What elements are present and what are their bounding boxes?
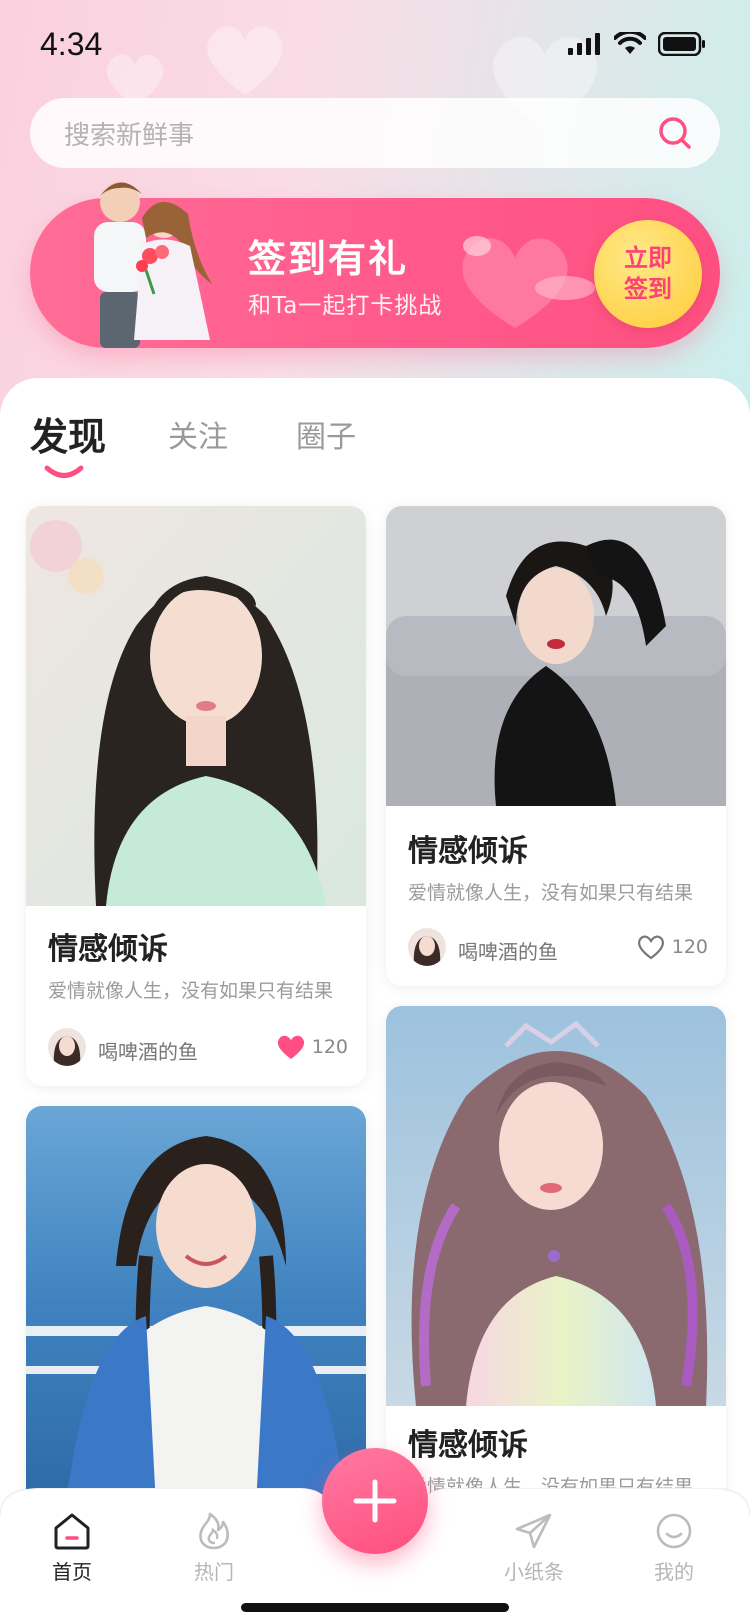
post-image [26, 1106, 366, 1506]
plus-icon [353, 1479, 397, 1523]
heart-balloon-icon [462, 236, 595, 328]
checkin-button-line1: 立即 [624, 244, 672, 272]
post-card[interactable]: 情感倾诉 爱情就像人生，没有如果只有结果 [386, 1006, 726, 1506]
search-bar[interactable]: 搜索新鲜事 [30, 98, 720, 168]
flame-icon [199, 1512, 229, 1550]
battery-icon [658, 32, 705, 56]
nav-home-label: 首页 [52, 1560, 92, 1584]
post-title: 情感倾诉 [408, 834, 528, 869]
heart-filled-icon [277, 1035, 304, 1059]
checkin-button[interactable]: 立即 签到 [594, 220, 702, 328]
avatar[interactable] [48, 1028, 86, 1066]
tab-discover[interactable]: 发现 [30, 406, 106, 461]
like-button[interactable]: 120 [636, 934, 708, 960]
heart-outline-icon [637, 935, 664, 960]
paper-plane-icon [515, 1513, 552, 1549]
search-placeholder: 搜索新鲜事 [64, 120, 195, 151]
nav-mine[interactable]: 我的 [624, 1512, 724, 1585]
smiley-profile-icon [656, 1513, 692, 1549]
banner-subtitle: 和Ta一起打卡挑战 [248, 293, 443, 319]
post-card[interactable]: 情感倾诉 爱情就像人生，没有如果只有结果 喝啤酒的鱼 120 [26, 506, 366, 1086]
nav-messages[interactable]: 小纸条 [484, 1512, 584, 1585]
search-icon[interactable] [658, 116, 692, 150]
cellular-signal-icon [568, 33, 600, 55]
like-count: 120 [671, 936, 708, 958]
status-bar: 4:34 [0, 0, 750, 88]
tab-circles[interactable]: 圈子 [296, 412, 356, 456]
tab-following[interactable]: 关注 [168, 412, 228, 456]
add-post-button[interactable] [322, 1448, 428, 1554]
post-title: 情感倾诉 [48, 932, 168, 967]
nav-hot[interactable]: 热门 [164, 1512, 264, 1585]
checkin-banner[interactable]: 签到有礼 和Ta一起打卡挑战 立即 签到 [30, 182, 720, 348]
post-image [386, 1006, 726, 1406]
nav-mine-label: 我的 [654, 1560, 694, 1584]
nav-hot-label: 热门 [194, 1560, 234, 1584]
home-icon [54, 1513, 90, 1550]
banner-title: 签到有礼 [248, 237, 409, 281]
post-card[interactable] [26, 1106, 366, 1506]
post-title: 情感倾诉 [408, 1428, 528, 1463]
checkin-button-line2: 签到 [624, 275, 672, 303]
avatar[interactable] [408, 928, 446, 966]
tab-active-indicator [44, 465, 84, 478]
feed-tabs: 发现 关注 圈子 [0, 378, 750, 488]
post-card[interactable]: 情感倾诉 爱情就像人生，没有如果只有结果 喝啤酒的鱼 120 [386, 506, 726, 986]
nav-messages-label: 小纸条 [504, 1560, 564, 1584]
post-image [386, 506, 726, 806]
wifi-icon [614, 32, 646, 54]
nav-home[interactable]: 首页 [22, 1512, 122, 1585]
status-icons [568, 32, 706, 56]
status-time: 4:34 [40, 25, 103, 62]
couple-illustration [94, 182, 212, 348]
post-description: 爱情就像人生，没有如果只有结果 [48, 980, 334, 1002]
post-username[interactable]: 喝啤酒的鱼 [458, 936, 558, 965]
like-count: 120 [311, 1036, 348, 1058]
like-button[interactable]: 120 [276, 1034, 348, 1060]
home-indicator [241, 1603, 509, 1612]
post-description: 爱情就像人生，没有如果只有结果 [408, 882, 694, 904]
post-image [26, 506, 366, 906]
post-username[interactable]: 喝啤酒的鱼 [98, 1036, 198, 1065]
